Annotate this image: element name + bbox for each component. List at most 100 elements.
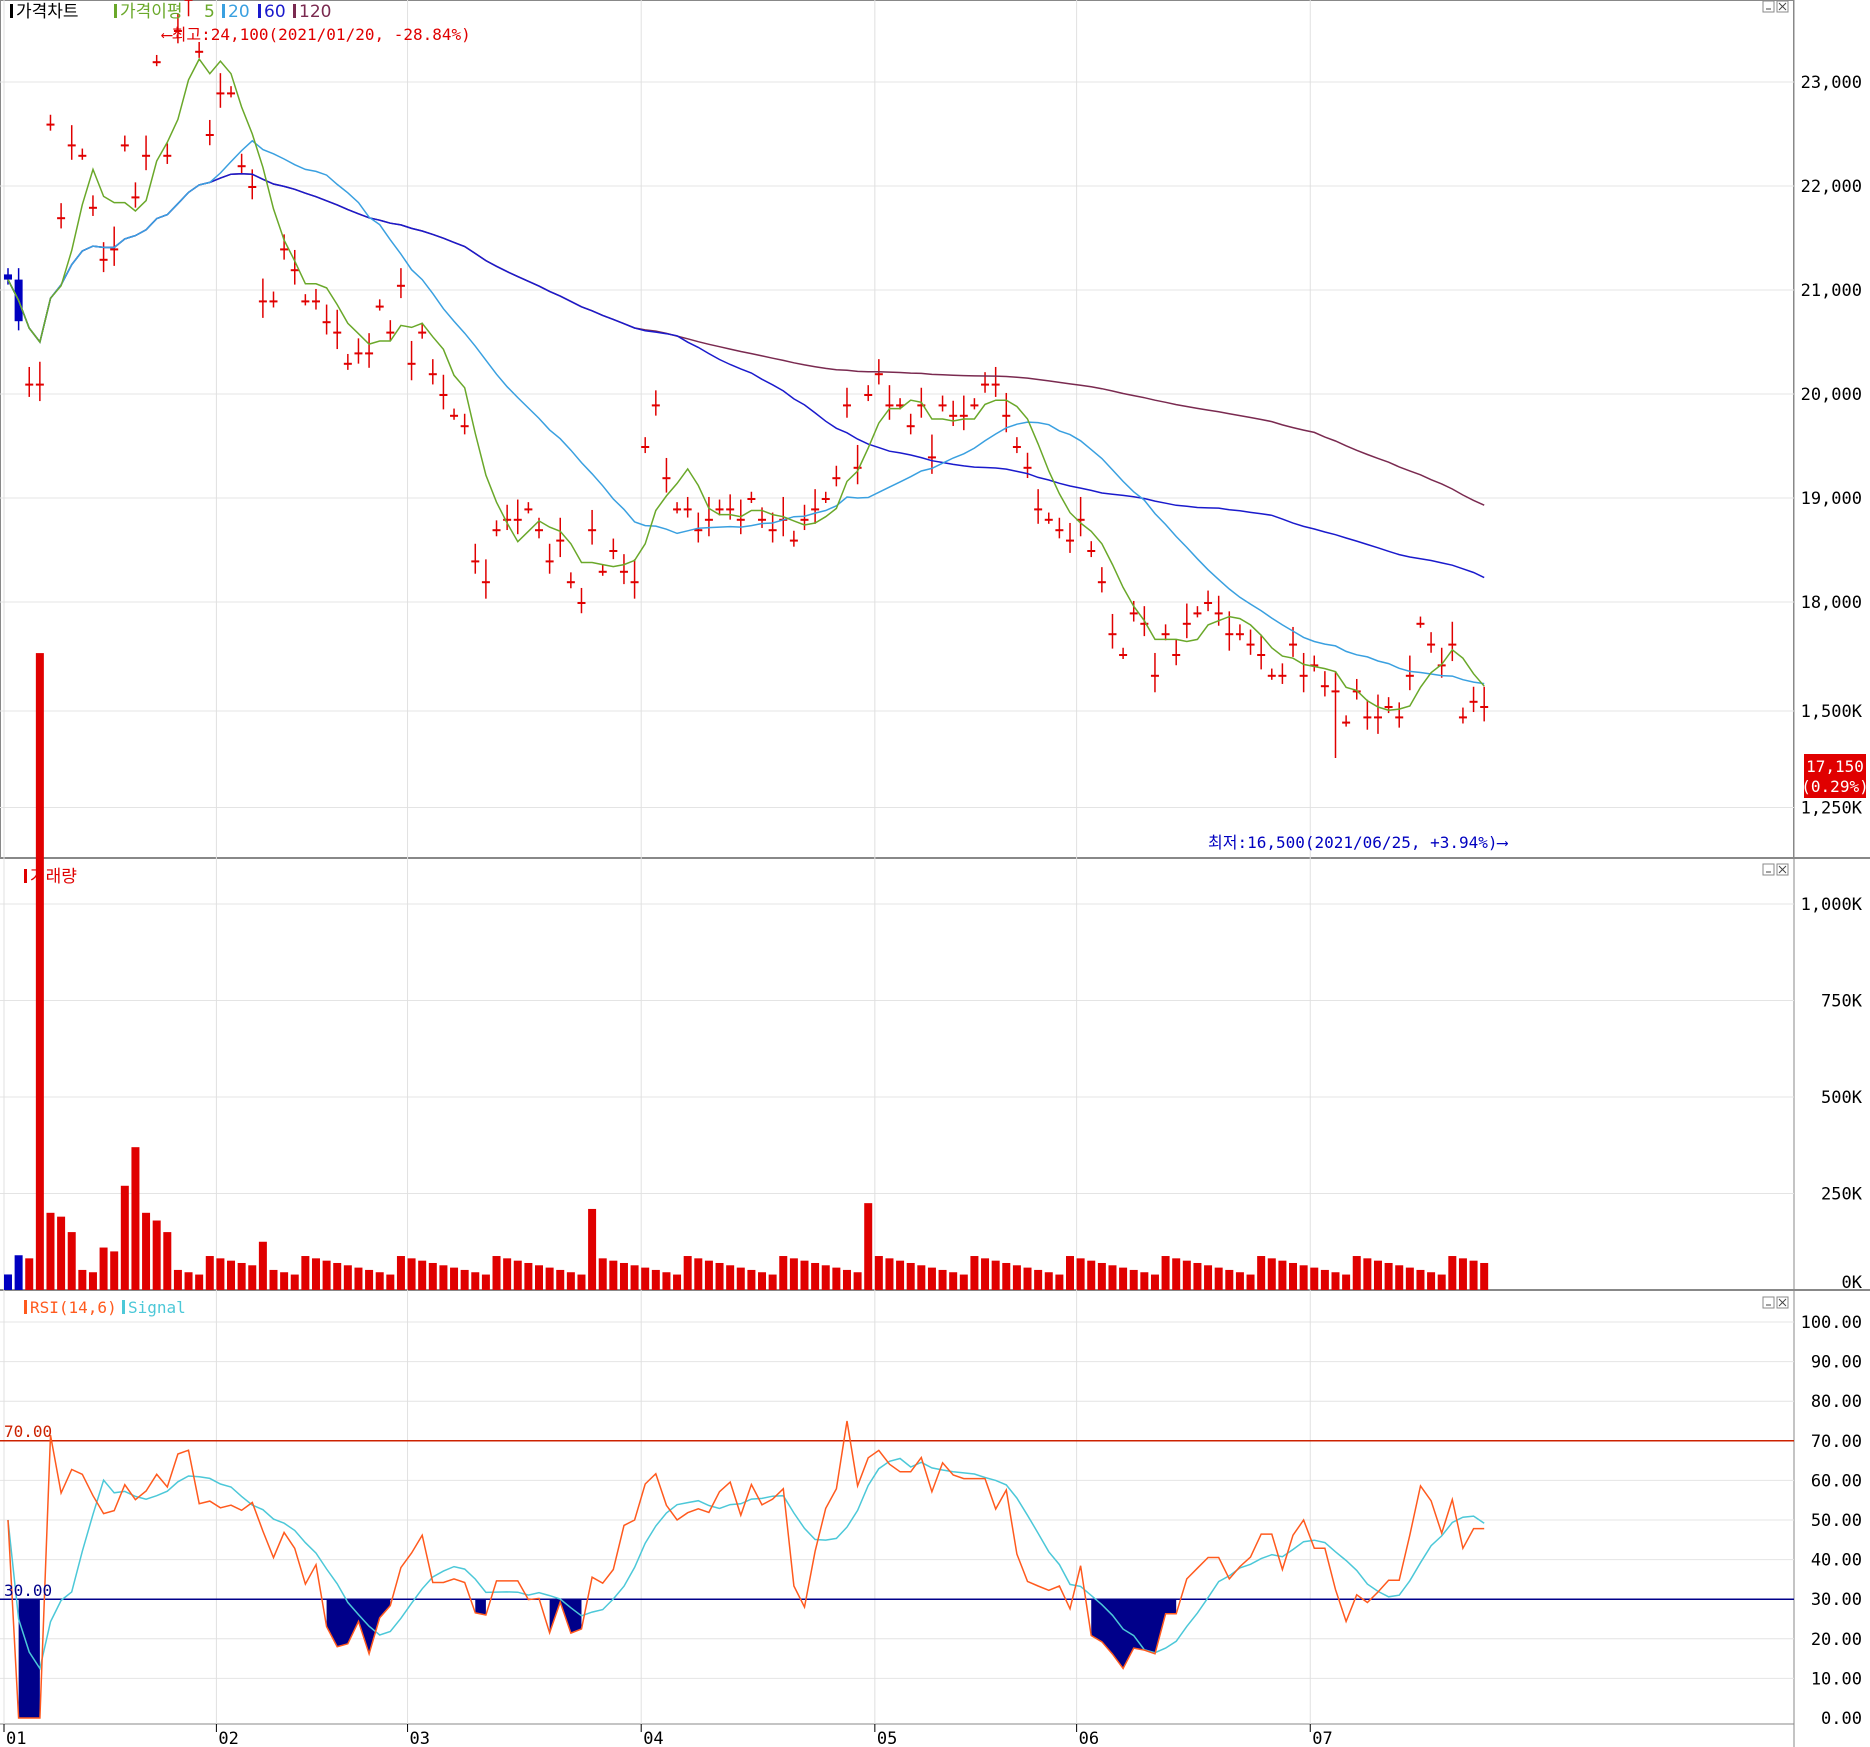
- rsi-tick-label: 10.00: [1811, 1669, 1862, 1689]
- candle: [1161, 624, 1170, 641]
- candle: [662, 457, 671, 493]
- candle-body: [386, 331, 395, 334]
- candle-body: [991, 383, 1000, 386]
- candle-body: [949, 414, 958, 417]
- period-low-note: 최저:16,500(2021/06/25, +3.94%)⟶: [1208, 833, 1509, 852]
- volume-bar: [195, 1274, 204, 1290]
- volume-bar: [1405, 1267, 1414, 1290]
- close-icon[interactable]: [1776, 0, 1789, 13]
- candle: [57, 203, 66, 229]
- candle-body: [428, 373, 437, 376]
- candle-body: [651, 404, 660, 407]
- candle: [938, 395, 947, 412]
- candle-body: [258, 300, 267, 303]
- x-tick-label: 05: [877, 1729, 897, 1747]
- candle-body: [88, 206, 97, 209]
- volume-bar: [673, 1274, 682, 1290]
- candle: [747, 491, 756, 503]
- rsi-line: [7, 1420, 1485, 1719]
- candle-body: [768, 529, 777, 532]
- candle-body: [1044, 518, 1053, 521]
- candle-body: [1416, 622, 1425, 625]
- minimize-icon[interactable]: [1762, 1296, 1775, 1309]
- candle-body: [492, 529, 501, 532]
- candle: [142, 135, 151, 171]
- candle: [1087, 541, 1096, 558]
- candle-body: [280, 248, 289, 251]
- candle-body: [1055, 529, 1064, 532]
- price-tick-label: 21,000: [1801, 281, 1862, 301]
- volume-bar: [1289, 1262, 1298, 1290]
- candle: [768, 512, 777, 543]
- candle: [450, 408, 459, 420]
- candle: [195, 41, 204, 58]
- volume-bar: [205, 1256, 214, 1290]
- volume-bar: [1225, 1269, 1234, 1290]
- candle: [1299, 652, 1308, 693]
- close-icon[interactable]: [1776, 1296, 1789, 1309]
- candle-body: [673, 508, 682, 511]
- candle-body: [1246, 643, 1255, 646]
- period-high-note: ⟵최고:24,100(2021/01/20, -28.84%): [161, 25, 471, 44]
- candle: [1108, 613, 1117, 649]
- candle: [1320, 671, 1329, 697]
- rsi-lines: [7, 1420, 1485, 1719]
- chart-canvas[interactable]: 24,00023,00022,00021,00020,00019,00018,0…: [0, 0, 1870, 1747]
- candle-body: [598, 570, 607, 573]
- volume-bar: [439, 1265, 448, 1290]
- candle: [789, 530, 798, 547]
- candle: [1172, 639, 1181, 666]
- candle: [1342, 715, 1351, 727]
- candle-body: [237, 165, 246, 168]
- candle: [619, 554, 628, 585]
- candle-body: [152, 61, 161, 64]
- volume-bar: [736, 1267, 745, 1290]
- volume-bar: [99, 1247, 108, 1290]
- candle-body: [1150, 674, 1159, 677]
- volume-bar: [1119, 1267, 1128, 1290]
- candle-body: [471, 560, 480, 563]
- candle-body: [704, 518, 713, 521]
- volume-bar: [1373, 1260, 1382, 1290]
- volume-bar: [704, 1260, 713, 1290]
- volume-bar: [67, 1232, 76, 1290]
- candle-body: [981, 383, 990, 386]
- ma20-legend: 20: [228, 2, 250, 22]
- candle: [78, 148, 87, 160]
- volume-bar: [1097, 1262, 1106, 1290]
- minimize-icon[interactable]: [1762, 0, 1775, 13]
- candle-body: [535, 529, 543, 532]
- close-icon[interactable]: [1776, 863, 1789, 876]
- candle-body: [163, 154, 172, 157]
- volume-bar: [789, 1258, 798, 1290]
- volume-bars: [4, 653, 1489, 1290]
- candle-body: [832, 477, 841, 480]
- candle: [1055, 517, 1064, 539]
- candle: [1204, 590, 1213, 612]
- candle: [609, 538, 618, 560]
- candle-body: [1204, 602, 1213, 604]
- candle: [1458, 707, 1467, 724]
- candle: [906, 413, 915, 435]
- volume-bar: [1140, 1272, 1149, 1290]
- volume-bar: [354, 1267, 363, 1290]
- volume-bar: [1416, 1269, 1425, 1290]
- candle: [110, 226, 119, 266]
- volume-bar: [57, 1216, 66, 1290]
- volume-bar: [747, 1269, 756, 1290]
- candle: [471, 543, 480, 574]
- candle-body: [78, 154, 87, 157]
- candle: [439, 374, 448, 410]
- minimize-icon[interactable]: [1762, 863, 1775, 876]
- candle: [396, 268, 405, 299]
- candle-body: [927, 456, 936, 459]
- candle: [513, 499, 522, 535]
- volume-bar: [609, 1260, 618, 1290]
- candle-body: [1363, 716, 1372, 719]
- volume-bar: [535, 1265, 543, 1290]
- rsi-oversold-fill: [18, 1599, 1177, 1718]
- candle-body: [1342, 721, 1351, 724]
- volume-bar: [1182, 1260, 1191, 1290]
- candle-body: [1225, 633, 1234, 636]
- volume-bar: [46, 1212, 55, 1290]
